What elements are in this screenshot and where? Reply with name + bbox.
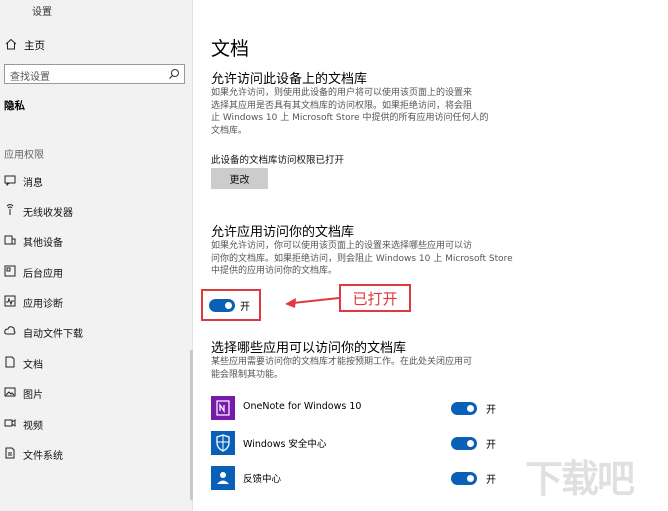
background-apps-icon: [4, 265, 16, 277]
app-access-description: 如果允许访问，你可以使用该页面上的设置来选择哪些应用可以访 问你的文档库。如果拒…: [211, 241, 513, 276]
app-toggle-label: 开: [486, 475, 496, 486]
app-toggle-label: 开: [486, 440, 496, 451]
annotation-arrow: [285, 297, 340, 308]
sidebar-item-other-devices[interactable]: 其他设备: [0, 230, 193, 252]
watermark: 下载吧: [525, 457, 635, 501]
app-name: Windows 安全中心: [243, 439, 327, 450]
app-access-toggle-label: 开: [240, 302, 250, 313]
search-icon[interactable]: [168, 68, 180, 80]
shield-icon: [211, 431, 235, 455]
device-access-status: 此设备的文档库访问权限已打开: [211, 155, 345, 166]
app-diagnostics-icon: [4, 295, 16, 307]
sidebar-item-label: 文件系统: [23, 451, 63, 462]
device-access-description: 如果允许访问，则使用此设备的用户将可以使用该页面上的设置来 选择其应用是否具有其…: [211, 88, 489, 136]
choose-apps-heading: 选择哪些应用可以访问你的文档库: [211, 341, 407, 356]
document-icon: [5, 356, 15, 368]
sidebar-item-label: 自动文件下载: [23, 329, 83, 340]
sidebar-item-label: 消息: [23, 178, 43, 189]
sidebar-item-documents[interactable]: 文档: [0, 352, 193, 374]
sidebar-item-app-diagnostics[interactable]: 应用诊断: [0, 291, 193, 313]
onenote-icon: [211, 396, 235, 420]
sidebar-item-file-system[interactable]: 文件系统: [0, 443, 193, 465]
change-button[interactable]: 更改: [211, 168, 268, 189]
app-name: OneNote for Windows 10: [243, 401, 362, 412]
home-icon: [5, 38, 17, 50]
sidebar-item-auto-download[interactable]: 自动文件下载: [0, 321, 193, 343]
app-toggle-feedback-hub[interactable]: [451, 472, 477, 485]
app-access-heading: 允许应用访问你的文档库: [211, 225, 355, 240]
page-title: 文档: [211, 38, 250, 60]
main-content: 文档 允许访问此设备上的文档库 如果允许访问，则使用此设备的用户将可以使用该页面…: [193, 0, 668, 511]
window-title: 设置: [32, 7, 52, 18]
other-devices-icon: [4, 235, 16, 245]
sidebar-home[interactable]: 主页: [0, 34, 193, 56]
sidebar-item-label: 后台应用: [23, 269, 63, 280]
sidebar-item-background-apps[interactable]: 后台应用: [0, 261, 193, 283]
file-system-icon: [5, 447, 15, 459]
app-toggle-windows-security[interactable]: [451, 437, 477, 450]
annotation-label: 已打开: [339, 284, 411, 312]
app-row-feedback-hub: 反馈中心 开: [211, 466, 511, 492]
sidebar: 设置 主页 隐私 应用权限 消息 无线收发器 其他设备 后台应用 应用诊断 自动…: [0, 0, 193, 511]
message-icon: [4, 175, 16, 186]
sidebar-item-videos[interactable]: 视频: [0, 413, 193, 435]
sidebar-item-pictures[interactable]: 图片: [0, 382, 193, 404]
device-access-heading: 允许访问此设备上的文档库: [211, 72, 368, 87]
search-box[interactable]: [4, 64, 185, 87]
choose-apps-description: 某些应用需要访问你的文档库才能按预期工作。在此处关闭应用可 能会限制其功能。: [211, 357, 473, 380]
section-privacy: 隐私: [4, 100, 25, 112]
cloud-download-icon: [4, 326, 16, 335]
sidebar-item-label: 视频: [23, 421, 43, 432]
app-name: 反馈中心: [243, 474, 282, 485]
sidebar-item-label: 文档: [23, 360, 43, 371]
sidebar-item-label: 其他设备: [23, 238, 63, 249]
app-access-toggle[interactable]: [209, 299, 235, 312]
sidebar-home-label: 主页: [24, 40, 45, 52]
group-app-permissions: 应用权限: [4, 150, 44, 161]
radio-icon: [6, 204, 14, 215]
sidebar-item-label: 无线收发器: [23, 208, 73, 219]
sidebar-item-messages[interactable]: 消息: [0, 170, 193, 192]
app-toggle-label: 开: [486, 405, 496, 416]
sidebar-item-label: 应用诊断: [23, 299, 63, 310]
app-row-windows-security: Windows 安全中心 开: [211, 431, 511, 457]
app-toggle-onenote[interactable]: [451, 402, 477, 415]
video-icon: [4, 419, 16, 427]
app-access-toggle-highlight: 开: [201, 289, 261, 321]
search-input[interactable]: [5, 68, 155, 87]
app-row-onenote: OneNote for Windows 10 开: [211, 396, 511, 422]
sidebar-item-radios[interactable]: 无线收发器: [0, 200, 193, 222]
feedback-icon: [211, 466, 235, 490]
picture-icon: [4, 387, 16, 397]
sidebar-item-label: 图片: [23, 390, 43, 401]
